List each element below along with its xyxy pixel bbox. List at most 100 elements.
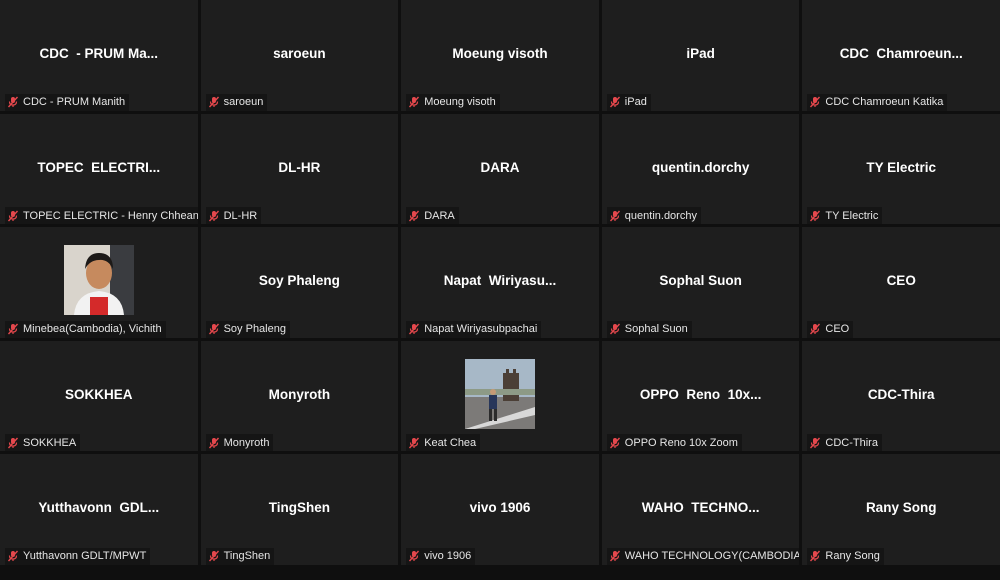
participant-display-name: Napat Wiriyasu... bbox=[443, 273, 557, 289]
muted-mic-icon bbox=[408, 210, 420, 222]
participant-name-label: TY Electric bbox=[807, 207, 883, 225]
participant-label-text: TY Electric bbox=[825, 209, 879, 222]
participant-display-name: SOKKHEA bbox=[65, 386, 133, 402]
participant-photo bbox=[464, 358, 535, 429]
participant-label-text: CDC - PRUM Manith bbox=[23, 96, 126, 109]
participant-tile[interactable]: iPad iPad bbox=[601, 0, 800, 111]
participant-name-label: vivo 1906 bbox=[406, 547, 476, 565]
participant-photo bbox=[63, 245, 134, 316]
muted-mic-icon bbox=[609, 323, 621, 335]
participant-tile[interactable]: TingShen TingShen bbox=[200, 454, 399, 565]
participant-label-text: DARA bbox=[424, 209, 455, 222]
participant-label-text: CEO bbox=[825, 323, 850, 336]
participant-name-label: Sophal Suon bbox=[606, 320, 692, 338]
participant-tile[interactable]: Moeung visoth Moeung visoth bbox=[401, 0, 599, 111]
participant-label-text: TOPEC ELECTRIC - Henry Chheang bbox=[23, 209, 198, 222]
participant-name-label: iPad bbox=[606, 93, 651, 111]
participant-display-name: saroeun bbox=[273, 46, 326, 61]
participant-tile[interactable]: saroeun saroeun bbox=[200, 0, 399, 111]
participant-tile[interactable]: Sophal Suon Sophal Suon bbox=[601, 227, 800, 338]
participant-tile[interactable]: Soy Phaleng Soy Phaleng bbox=[200, 227, 399, 338]
participant-display-name: CEO bbox=[886, 273, 916, 289]
participant-name-label: Keat Chea bbox=[406, 434, 481, 452]
participant-name-label: saroeun bbox=[205, 93, 268, 111]
muted-mic-icon bbox=[609, 550, 621, 562]
participant-display-name: iPad bbox=[686, 46, 715, 61]
participant-display-name: WAHO TECHNO... bbox=[641, 500, 760, 516]
participant-name-label: DARA bbox=[406, 207, 459, 225]
muted-mic-icon bbox=[7, 437, 19, 449]
muted-mic-icon bbox=[408, 550, 420, 562]
participant-tile[interactable]: TY Electric TY Electric bbox=[802, 113, 1000, 225]
participant-name-label: quentin.dorchy bbox=[606, 207, 701, 225]
participant-tile[interactable]: vivo 1906 vivo 1906 bbox=[401, 454, 599, 565]
participant-tile[interactable]: SOKKHEA SOKKHEA bbox=[0, 340, 198, 452]
participant-tile[interactable]: TOPEC ELECTRI... TOPEC ELECTRIC - Henry C… bbox=[0, 113, 198, 225]
participant-label-text: DL-HR bbox=[223, 209, 258, 222]
participant-display-name: Soy Phaleng bbox=[258, 273, 340, 289]
participant-display-name: Sophal Suon bbox=[659, 273, 742, 289]
participant-name-label: WAHO TECHNOLOGY(CAMBODIA) bbox=[606, 547, 800, 565]
muted-mic-icon bbox=[7, 210, 19, 222]
muted-mic-icon bbox=[408, 437, 420, 449]
participant-display-name: Monyroth bbox=[268, 386, 331, 402]
muted-mic-icon bbox=[208, 437, 220, 449]
participant-label-text: Minebea(Cambodia), Vichith bbox=[23, 323, 162, 336]
participant-tile[interactable]: CDC Chamroeun... CDC Chamroeun Katika bbox=[802, 0, 1000, 111]
participant-tile[interactable]: Yutthavonn GDL... Yutthavonn GDLT/MPWT bbox=[0, 454, 198, 565]
participant-label-text: TingShen bbox=[223, 550, 271, 563]
participant-display-name: CDC - PRUM Ma... bbox=[39, 46, 159, 61]
participant-tile[interactable]: DL-HR DL-HR bbox=[200, 113, 399, 225]
participant-tile[interactable]: CEO CEO bbox=[802, 227, 1000, 338]
participant-name-label: Minebea(Cambodia), Vichith bbox=[5, 320, 166, 338]
muted-mic-icon bbox=[809, 437, 821, 449]
participant-label-text: Napat Wiriyasubpachai bbox=[424, 323, 538, 336]
muted-mic-icon bbox=[208, 210, 220, 222]
muted-mic-icon bbox=[809, 96, 821, 108]
muted-mic-icon bbox=[809, 210, 821, 222]
participant-name-label: TingShen bbox=[205, 547, 275, 565]
participant-display-name: Rany Song bbox=[865, 500, 937, 516]
participant-tile[interactable]: DARA DARA bbox=[401, 113, 599, 225]
participant-tile[interactable]: Monyroth Monyroth bbox=[200, 340, 399, 452]
participant-tile[interactable]: Minebea(Cambodia), Vichith bbox=[0, 227, 198, 338]
muted-mic-icon bbox=[7, 550, 19, 562]
participant-name-label: Monyroth bbox=[205, 434, 274, 452]
bottom-strip bbox=[0, 565, 1000, 580]
participant-name-label: CDC - PRUM Manith bbox=[5, 93, 130, 111]
participant-label-text: WAHO TECHNOLOGY(CAMBODIA) bbox=[624, 550, 800, 563]
participant-name-label: CEO bbox=[807, 320, 854, 338]
participant-tile[interactable]: Rany Song Rany Song bbox=[802, 454, 1000, 565]
participant-label-text: CDC-Thira bbox=[825, 436, 878, 449]
participant-tile[interactable]: WAHO TECHNO... WAHO TECHNOLOGY(CAMBODIA) bbox=[601, 454, 800, 565]
muted-mic-icon bbox=[7, 96, 19, 108]
participant-display-name: Moeung visoth bbox=[452, 46, 548, 61]
participant-label-text: CDC Chamroeun Katika bbox=[825, 96, 944, 109]
participant-gallery: CDC - PRUM Ma... CDC - PRUM Manith saroeun… bbox=[0, 0, 1000, 565]
participant-label-text: Monyroth bbox=[223, 436, 270, 449]
participant-display-name: CDC Chamroeun... bbox=[839, 46, 963, 61]
muted-mic-icon bbox=[809, 550, 821, 562]
muted-mic-icon bbox=[609, 96, 621, 108]
participant-label-text: saroeun bbox=[223, 96, 264, 109]
participant-tile[interactable]: CDC - PRUM Ma... CDC - PRUM Manith bbox=[0, 0, 198, 111]
participant-name-label: Napat Wiriyasubpachai bbox=[406, 320, 542, 338]
participant-label-text: quentin.dorchy bbox=[624, 209, 697, 222]
participant-display-name: vivo 1906 bbox=[469, 500, 531, 516]
participant-display-name: TY Electric bbox=[866, 159, 936, 175]
participant-name-label: TOPEC ELECTRIC - Henry Chheang bbox=[5, 207, 198, 225]
participant-label-text: Yutthavonn GDLT/MPWT bbox=[23, 550, 147, 563]
muted-mic-icon bbox=[408, 96, 420, 108]
muted-mic-icon bbox=[809, 323, 821, 335]
participant-tile[interactable]: quentin.dorchy quentin.dorchy bbox=[601, 113, 800, 225]
participant-label-text: Rany Song bbox=[825, 550, 880, 563]
participant-tile[interactable]: OPPO Reno 10x... OPPO Reno 10x Zoom bbox=[601, 340, 800, 452]
participant-label-text: Keat Chea bbox=[424, 436, 477, 449]
muted-mic-icon bbox=[208, 323, 220, 335]
participant-name-label: Rany Song bbox=[807, 547, 884, 565]
participant-tile[interactable]: Keat Chea bbox=[401, 340, 599, 452]
participant-tile[interactable]: Napat Wiriyasu... Napat Wiriyasubpachai bbox=[401, 227, 599, 338]
participant-display-name: CDC-Thira bbox=[867, 386, 935, 402]
participant-label-text: Soy Phaleng bbox=[223, 323, 286, 336]
participant-tile[interactable]: CDC-Thira CDC-Thira bbox=[802, 340, 1000, 452]
